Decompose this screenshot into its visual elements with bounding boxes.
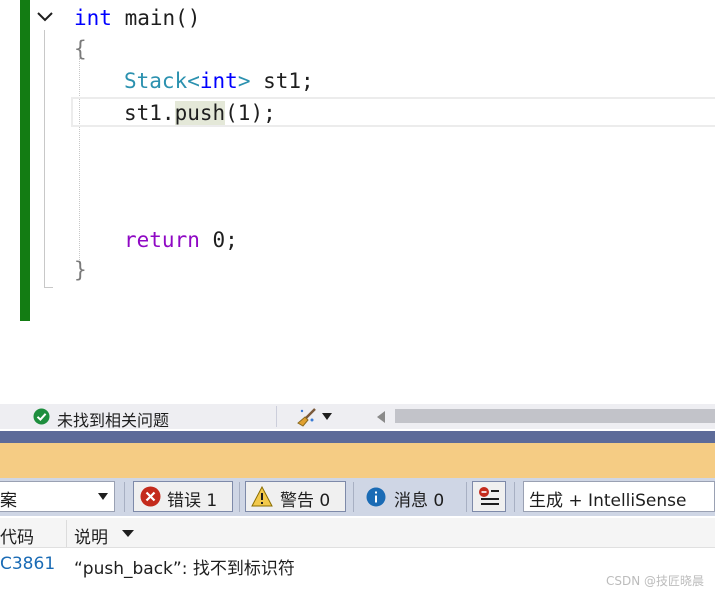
column-separator[interactable] (66, 520, 67, 547)
change-tracking-bar (20, 0, 30, 321)
brush-icon[interactable] (296, 406, 318, 428)
type-stack: Stack (124, 69, 188, 93)
toolbar-separator (239, 482, 240, 512)
close-brace: } (74, 258, 87, 282)
code-editor[interactable] (0, 0, 715, 400)
column-header-code[interactable]: 代码 (0, 523, 34, 548)
open-brace: { (74, 37, 87, 61)
open-documents-filter-button[interactable] (472, 481, 506, 512)
error-code-link[interactable]: C3861 (0, 554, 55, 574)
panel-title-bar (0, 431, 715, 443)
code-line-2[interactable]: { (74, 36, 87, 62)
keyword-int: int (199, 69, 238, 93)
fold-guide-end (44, 287, 53, 288)
code-line-5[interactable]: return 0; (124, 227, 238, 253)
member-push: push (174, 101, 226, 125)
sort-dropdown-icon[interactable] (122, 530, 134, 538)
template-open: < (187, 69, 200, 93)
info-icon (366, 487, 386, 507)
error-description: “push_back”: 找不到标识符 (74, 559, 295, 579)
fold-guide-line (44, 30, 45, 288)
toolbar-separator (466, 482, 467, 512)
code-line-3[interactable]: Stack<int> st1; (124, 68, 314, 94)
code-text: main() (111, 6, 201, 30)
errors-filter-button[interactable]: 错误 1 (133, 481, 233, 512)
cleanup-dropdown-arrow-icon[interactable] (322, 413, 332, 421)
toolbar-separator (514, 482, 515, 512)
warning-icon (251, 486, 273, 507)
messages-count-label: 消息 0 (394, 491, 445, 511)
error-icon (140, 486, 161, 507)
warnings-filter-button[interactable]: 警告 0 (245, 481, 346, 512)
code-line-4[interactable]: st1.push(1); (124, 100, 276, 126)
filter-list-icon (479, 487, 499, 505)
watermark: CSDN @技匠晓晨 (606, 574, 705, 588)
warnings-count-label: 警告 0 (280, 491, 331, 511)
code-text: 0; (199, 228, 238, 252)
toolbar-separator (124, 482, 125, 512)
check-circle-icon (33, 408, 50, 425)
keyword-int: int (74, 6, 112, 30)
scroll-left-arrow-icon[interactable] (376, 411, 386, 423)
keyword-return: return (124, 228, 200, 252)
chevron-down-icon[interactable] (98, 493, 108, 501)
status-separator (276, 406, 277, 427)
horizontal-scrollbar[interactable] (395, 409, 715, 423)
code-text: st1; (250, 69, 314, 93)
code-text: (1); (225, 101, 276, 125)
code-line-1[interactable]: int main() (74, 5, 200, 31)
panel-header-bar (0, 443, 715, 478)
build-source-value: 生成 + IntelliSense (529, 491, 687, 511)
indent-guide (79, 58, 81, 264)
errors-count-label: 错误 1 (167, 491, 218, 511)
no-issues-status[interactable]: 未找到相关问题 (57, 407, 169, 431)
messages-filter-button[interactable]: 消息 0 (362, 481, 462, 512)
collapse-chevron-icon[interactable] (34, 6, 56, 28)
toolbar-separator (353, 482, 354, 512)
scope-dropdown-value: 案 (0, 491, 17, 511)
column-header-description[interactable]: 说明 (74, 523, 108, 548)
template-close: > (237, 69, 251, 93)
code-text: st1. (124, 101, 175, 125)
code-line-6[interactable]: } (74, 257, 87, 283)
